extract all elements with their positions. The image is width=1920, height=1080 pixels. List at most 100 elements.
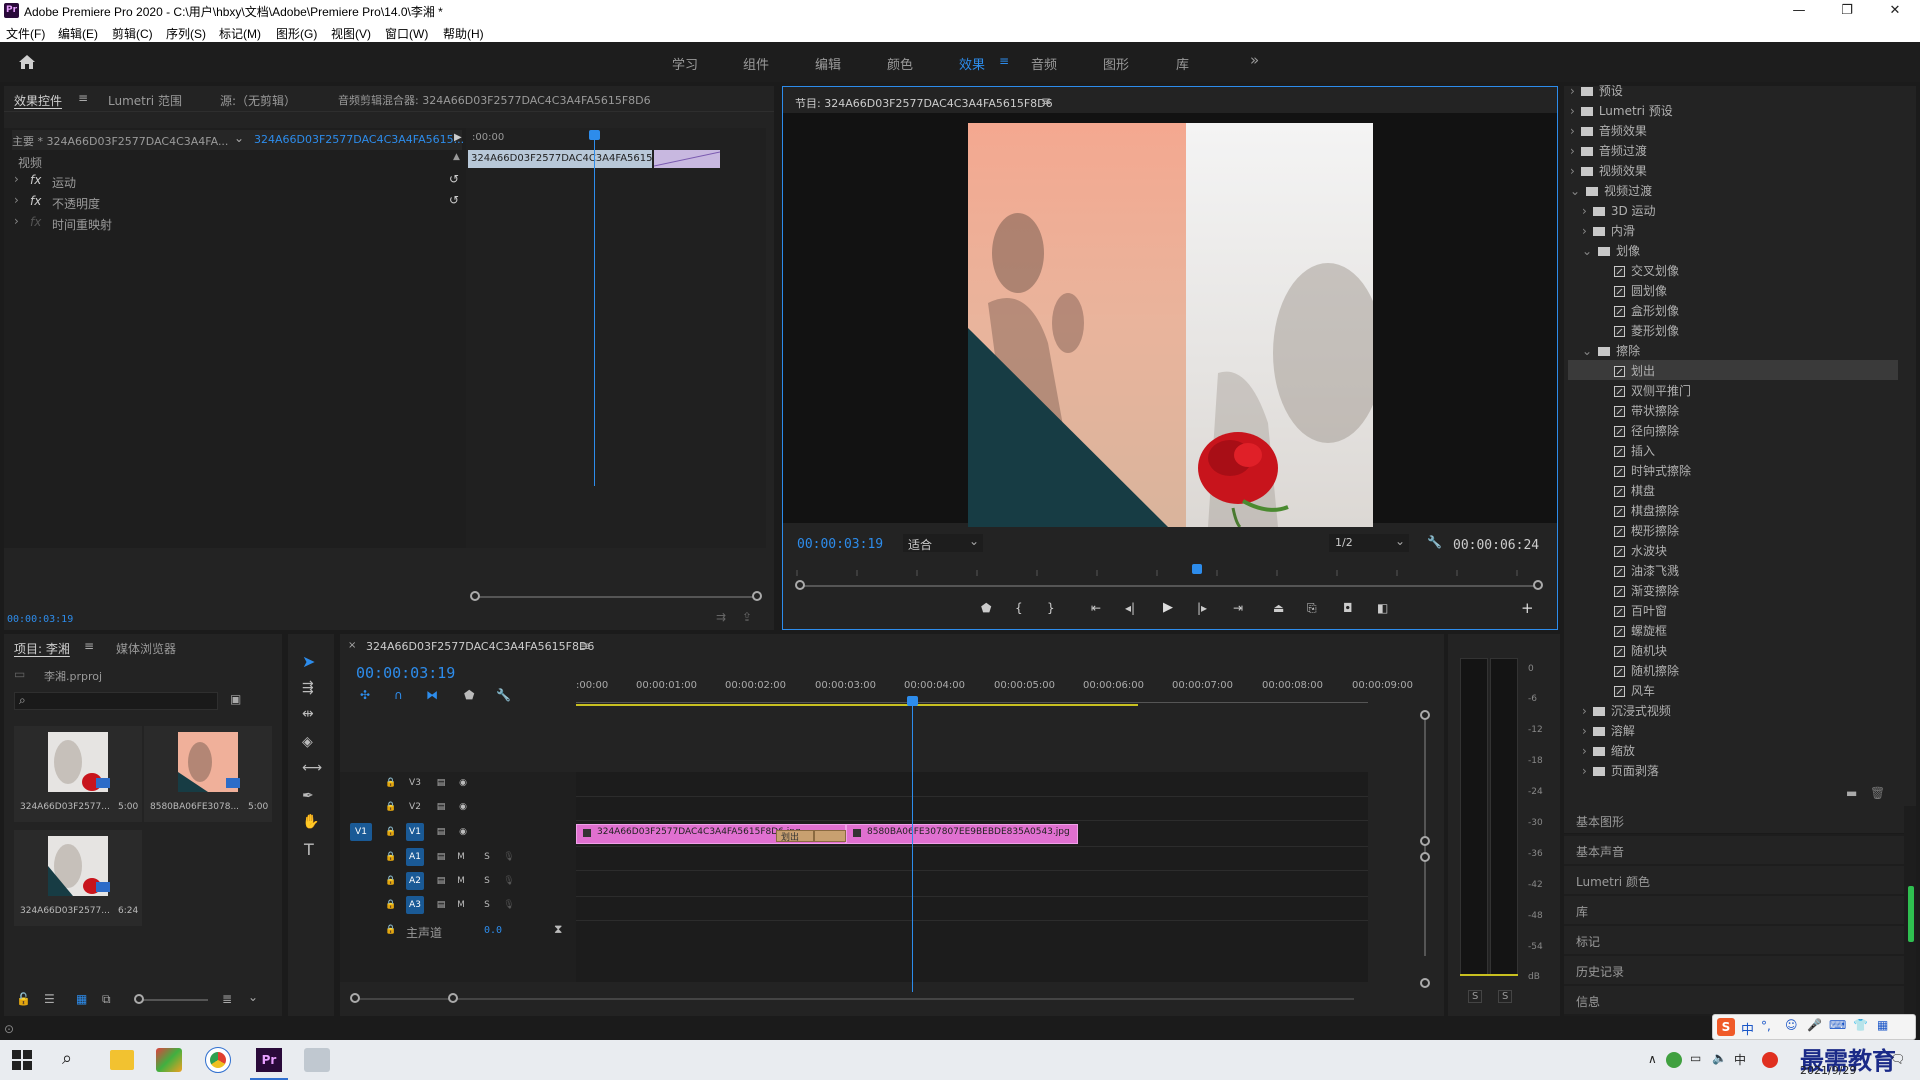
go-to-out-icon[interactable]: ⇥ <box>1233 601 1243 615</box>
premiere-taskbar-icon[interactable]: Pr <box>256 1048 282 1072</box>
scroll-up-icon[interactable]: ▲ <box>453 152 460 162</box>
new-bin-icon[interactable]: ▬ <box>1846 786 1857 800</box>
panel-info[interactable]: 信息 <box>1564 986 1904 1014</box>
lock-icon[interactable]: 🔒 <box>382 848 400 866</box>
program-ruler[interactable] <box>795 565 1545 576</box>
voice-icon[interactable]: 🎤 <box>1807 1018 1822 1032</box>
workspace-tab-audio[interactable]: 音频 <box>1031 54 1057 73</box>
work-area-bar[interactable] <box>576 704 1138 706</box>
timeline-ruler[interactable]: :00:00 00:00:01:00 00:00:02:00 00:00:03:… <box>576 680 1366 702</box>
chrome-icon[interactable] <box>205 1047 231 1073</box>
sogou-logo-icon[interactable]: S <box>1717 1018 1735 1036</box>
hscroll-handle[interactable] <box>448 993 458 1003</box>
menu-graphics[interactable]: 图形(G) <box>276 25 317 42</box>
timeline-timecode[interactable]: 00:00:03:19 <box>356 664 455 682</box>
chevron-down-icon[interactable]: ⌄ <box>248 990 258 1004</box>
timeline-playhead-handle[interactable] <box>907 696 918 706</box>
mute-button[interactable]: M <box>452 896 470 914</box>
track-select-tool-icon[interactable]: ⇶ <box>302 680 314 696</box>
track-label[interactable]: A1 <box>406 848 424 866</box>
icon-view-icon[interactable]: ▦ <box>76 992 87 1006</box>
slider-handle[interactable] <box>134 994 144 1004</box>
effects-folder-video-transitions[interactable]: ⌄ 视频过渡 <box>1570 182 1652 202</box>
ripple-edit-tool-icon[interactable]: ⇹ <box>302 706 314 722</box>
program-zoom-bar[interactable] <box>801 585 1537 587</box>
menu-edit[interactable]: 编辑(E) <box>58 25 98 42</box>
tab-audio-clip-mixer[interactable]: 音频剪辑混合器: 324A66D03F2577DAC4C3A4FA5615F8D… <box>338 92 651 108</box>
effects-folder-page-peel[interactable]: › 页面剥落 <box>1582 762 1659 782</box>
tab-lumetri-scopes[interactable]: Lumetri 范围 <box>108 92 182 109</box>
close-tab-icon[interactable]: × <box>348 640 356 651</box>
video-canvas[interactable] <box>783 113 1557 527</box>
effects-folder-audio-effects[interactable]: › 音频效果 <box>1570 122 1647 142</box>
effects-folder-zoom[interactable]: › 缩放 <box>1582 742 1635 762</box>
solo-button[interactable]: S <box>478 896 496 914</box>
nest-icon[interactable]: ✣ <box>360 688 370 702</box>
reset-icon[interactable]: ↺ <box>449 172 459 186</box>
tab-source[interactable]: 源:（无剪辑） <box>220 92 296 109</box>
timeline-playhead-line[interactable] <box>912 704 913 992</box>
effects-folder-audio-transitions[interactable]: › 音频过渡 <box>1570 142 1647 162</box>
timeline-settings-wrench-icon[interactable]: 🔧 <box>496 688 511 702</box>
network-icon[interactable]: ▭ <box>1690 1051 1701 1065</box>
effect-item[interactable]: 圆划像 <box>1614 282 1667 302</box>
wrench-icon[interactable]: 🔧 <box>1427 535 1442 549</box>
export-icon[interactable]: ⇪ <box>742 610 752 624</box>
ime-mode-label[interactable]: 中 <box>1741 1019 1754 1038</box>
panel-history[interactable]: 历史记录 <box>1564 956 1904 984</box>
workspace-tab-libraries[interactable]: 库 <box>1176 54 1189 73</box>
menu-sequence[interactable]: 序列(S) <box>166 25 206 42</box>
effects-folder-immersive[interactable]: › 沉浸式视频 <box>1582 702 1671 722</box>
close-button[interactable]: ✕ <box>1872 0 1918 22</box>
trash-icon[interactable]: 🗑 <box>1870 786 1885 800</box>
project-item[interactable]: 8580BA06FE3078... 5:00 <box>144 726 272 822</box>
expand-chevron-icon[interactable]: › <box>14 214 19 228</box>
ec-zoom-handle-left[interactable] <box>470 591 480 601</box>
effects-folder-3d-motion[interactable]: › 3D 运动 <box>1582 202 1656 222</box>
linked-selection-icon[interactable]: ⧓ <box>426 688 438 702</box>
lock-icon[interactable]: 🔒 <box>382 823 400 841</box>
ec-zoom-scrollbar[interactable] <box>474 596 758 598</box>
program-monitor-menu-icon[interactable]: ≡ <box>1041 94 1051 108</box>
effect-item[interactable]: 随机块 <box>1614 642 1667 662</box>
effects-folder-lumetri-presets[interactable]: › Lumetri 预设 <box>1570 102 1673 122</box>
effect-item[interactable]: 盒形划像 <box>1614 302 1679 322</box>
camera-icon[interactable]: ◘ <box>1343 601 1353 615</box>
panel-essential-sound[interactable]: 基本声音 <box>1564 836 1904 864</box>
mark-in-icon[interactable]: { <box>1015 601 1023 615</box>
hscroll-handle[interactable] <box>350 993 360 1003</box>
search-icon[interactable]: ⌕ <box>62 1048 72 1069</box>
workspace-tab-graphics[interactable]: 图形 <box>1103 54 1129 73</box>
menu-window[interactable]: 窗口(W) <box>385 25 428 42</box>
add-marker-icon[interactable]: ⬟ <box>464 688 474 702</box>
volume-icon[interactable]: 🔈 <box>1712 1051 1727 1065</box>
ec-clip-bar[interactable]: 324A66D03F2577DAC4C3A4FA5615F8D6.jpg <box>468 150 652 168</box>
go-to-end-icon[interactable]: ⧗ <box>554 922 562 937</box>
punctuation-icon[interactable]: °, <box>1761 1019 1771 1033</box>
track-label[interactable]: A3 <box>406 896 424 914</box>
solo-left-button[interactable]: S <box>1468 990 1483 1003</box>
panel-lumetri-color[interactable]: Lumetri 颜色 <box>1564 866 1904 894</box>
program-zoom-left-handle[interactable] <box>795 580 805 590</box>
resolution-dropdown[interactable]: 1/2 ⌄ <box>1329 534 1409 552</box>
sync-lock-icon[interactable]: ▤ <box>432 823 450 841</box>
program-current-timecode[interactable]: 00:00:03:19 <box>797 537 883 552</box>
effect-item[interactable]: 棋盘 <box>1614 482 1655 502</box>
sync-lock-icon[interactable]: ▤ <box>432 872 450 890</box>
effects-folder-wipe[interactable]: ⌄ 擦除 <box>1582 342 1640 362</box>
microphone-icon[interactable]: 🎙 <box>500 848 518 866</box>
ec-playhead-handle[interactable] <box>589 130 600 140</box>
other-app-icon[interactable] <box>304 1048 330 1072</box>
skin-icon[interactable]: 👕 <box>1853 1018 1868 1032</box>
vscroll-handle[interactable] <box>1420 836 1430 846</box>
vscroll-handle[interactable] <box>1420 978 1430 988</box>
workspace-tab-effects[interactable]: 效果 <box>959 54 985 73</box>
play-icon[interactable]: ▶ <box>1163 600 1173 615</box>
timeline-horizontal-scrollbar[interactable] <box>354 998 1354 1000</box>
workspace-tab-editing[interactable]: 编辑 <box>815 54 841 73</box>
workspace-menu-icon[interactable]: ≡ <box>999 54 1009 68</box>
extract-icon[interactable]: ⎘ <box>1307 601 1317 616</box>
effect-item[interactable]: 随机擦除 <box>1614 662 1679 682</box>
workspace-tab-assembly[interactable]: 组件 <box>743 54 769 73</box>
add-button-icon[interactable]: + <box>1521 599 1534 617</box>
